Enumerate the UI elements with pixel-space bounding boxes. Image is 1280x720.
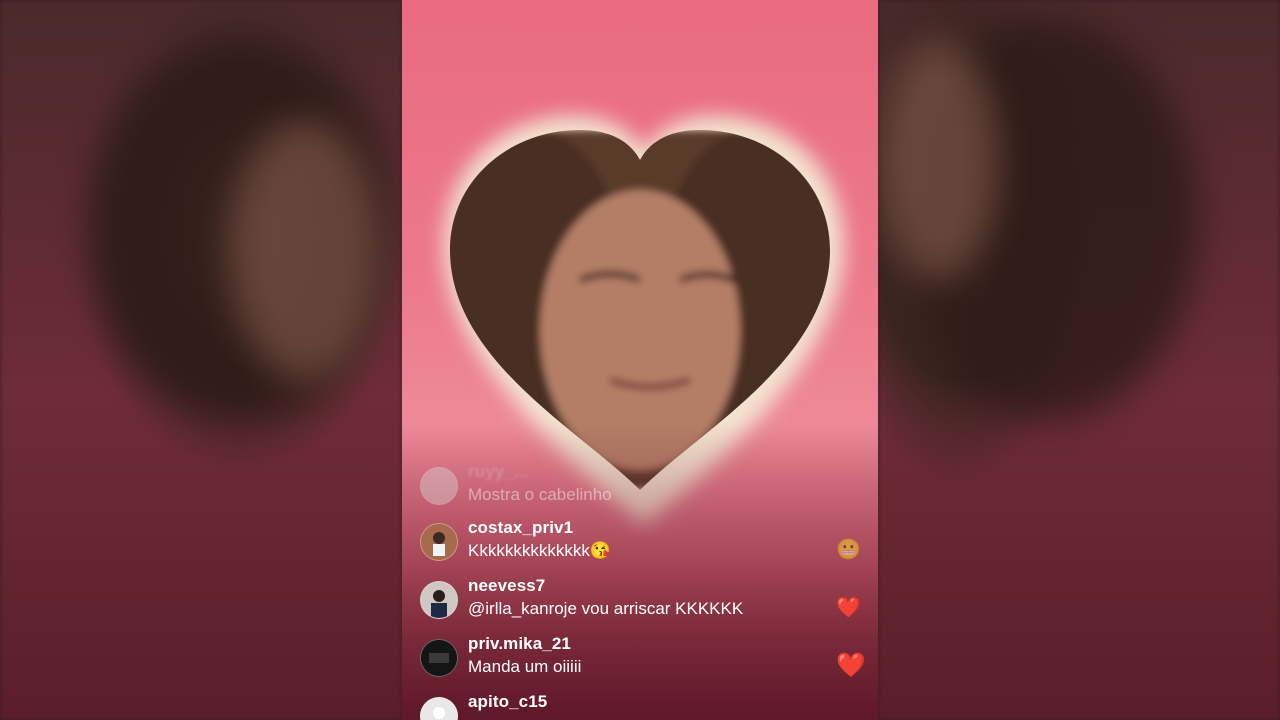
comment-item[interactable]: neevess7 @irlla_kanroje vou arriscar KKK… <box>420 576 861 628</box>
avatar[interactable] <box>420 467 458 505</box>
avatar[interactable] <box>420 523 458 561</box>
comment-username[interactable]: neevess7 <box>468 576 545 596</box>
backdrop-face-shape <box>878 40 998 280</box>
comment-text: Kkkkkkkkkkkkkk😘 <box>468 541 612 560</box>
comment-username[interactable]: costax_priv1 <box>468 518 573 538</box>
comment-item[interactable]: apito_c15 <box>420 692 860 720</box>
comment-username[interactable]: priv.mika_21 <box>468 634 571 654</box>
comment-text: Mostra o cabelinho <box>468 485 612 504</box>
live-video-frame: ruyy_... Mostra o cabelinho costax_priv1… <box>402 0 878 720</box>
heart-reaction-icon[interactable]: ❤️ <box>836 596 861 620</box>
comment-username[interactable]: apito_c15 <box>468 692 547 712</box>
reaction-emoji-icon[interactable]: 😬 <box>836 538 861 562</box>
avatar[interactable] <box>420 639 458 677</box>
blurred-backdrop-left <box>0 0 402 720</box>
avatar[interactable] <box>420 697 458 720</box>
avatar-image <box>421 524 457 560</box>
backdrop-face-shape <box>230 120 380 380</box>
comment-text: @irlla_kanroje vou arriscar KKKKKK <box>468 599 744 618</box>
comment-item[interactable]: ruyy_... Mostra o cabelinho <box>420 462 860 514</box>
comment-item[interactable]: priv.mika_21 Manda um oiiiii ❤️ <box>420 634 866 686</box>
avatar[interactable] <box>420 581 458 619</box>
comment-item[interactable]: costax_priv1 Kkkkkkkkkkkkkk😘 😬 <box>420 518 861 570</box>
avatar-image <box>421 582 457 618</box>
blurred-backdrop-right <box>878 0 1280 720</box>
double-heart-reaction-icon[interactable]: ❤️ <box>836 654 866 678</box>
avatar-image <box>421 640 457 676</box>
comment-text: Manda um oiiiii <box>468 657 582 676</box>
comment-username[interactable]: ruyy_... <box>468 462 528 482</box>
default-avatar-icon <box>421 698 457 720</box>
